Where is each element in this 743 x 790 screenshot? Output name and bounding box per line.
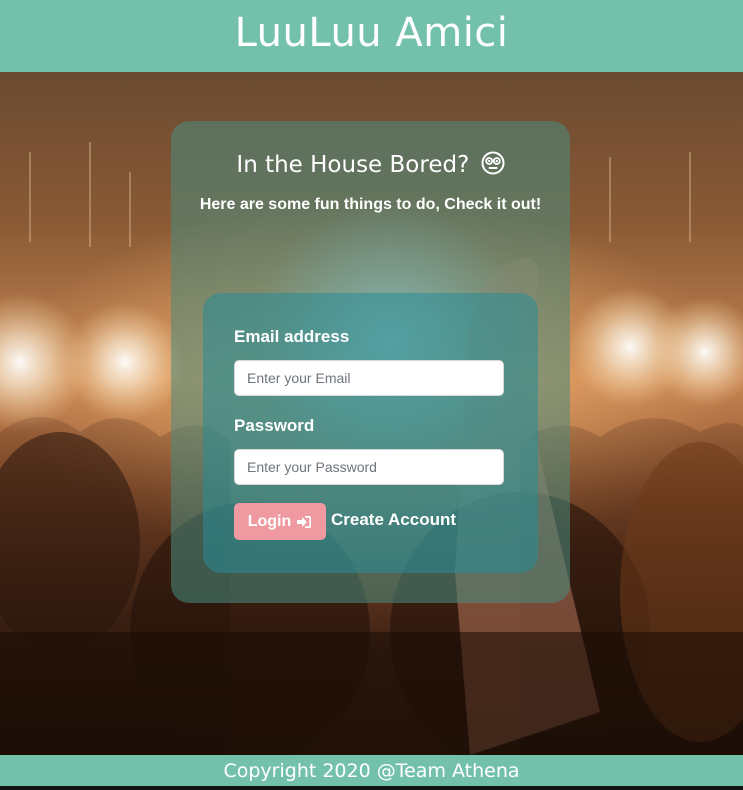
site-header: LuuLuu Amici bbox=[0, 0, 743, 72]
bottom-strip bbox=[0, 786, 743, 790]
sign-in-icon bbox=[297, 515, 312, 528]
login-form: Email address Password Login Create Acco… bbox=[203, 293, 538, 573]
intro-card: In the House Bored? Here are some fun th… bbox=[171, 121, 570, 603]
card-heading-text: In the House Bored? bbox=[236, 152, 470, 178]
email-field[interactable] bbox=[234, 360, 504, 396]
password-field[interactable] bbox=[234, 449, 504, 485]
page: LuuLuu Amici In the House Bored? Here ar… bbox=[0, 0, 743, 790]
email-label: Email address bbox=[234, 327, 350, 346]
flushed-face-icon bbox=[481, 151, 505, 175]
create-account-link[interactable]: Create Account bbox=[331, 510, 456, 530]
password-label: Password bbox=[234, 416, 315, 435]
site-title: LuuLuu Amici bbox=[234, 10, 509, 56]
card-subtitle: Here are some fun things to do, Check it… bbox=[199, 196, 542, 213]
card-heading: In the House Bored? bbox=[171, 151, 570, 178]
copyright-text: Copyright 2020 @Team Athena bbox=[223, 759, 520, 782]
login-button-label: Login bbox=[247, 512, 292, 530]
login-button[interactable]: Login bbox=[234, 503, 326, 540]
site-footer: Copyright 2020 @Team Athena bbox=[0, 755, 743, 786]
